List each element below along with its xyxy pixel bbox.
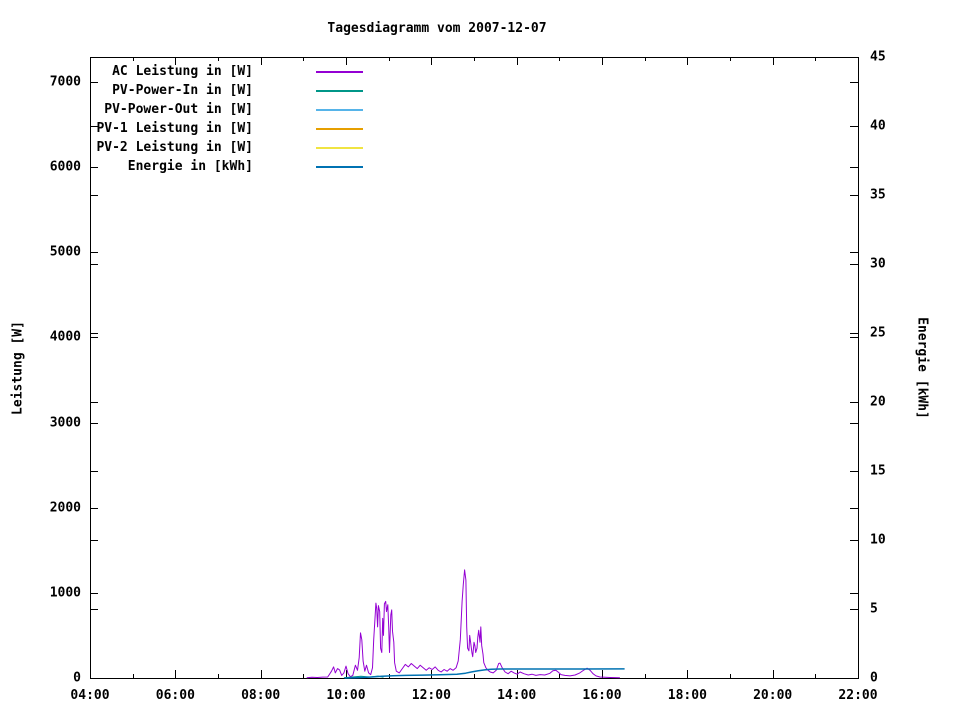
legend-line-sample [316,89,363,92]
y-right-tick-label: 45 [870,49,886,65]
y-right-tick-label: 30 [870,256,886,272]
legend-label: AC Leistung in [W] [112,64,253,79]
y-axis-left-title: Leistung [W] [10,321,26,415]
legend-row: PV-1 Leistung in [W] [38,119,363,138]
y-right-tick-label: 0 [870,670,878,686]
x-tick-label: 14:00 [497,688,537,703]
y-right-tick-label: 40 [870,118,886,134]
y-right-tick-label: 25 [870,325,886,341]
x-tick-label: 22:00 [838,688,878,703]
y-right-tick-label: 10 [870,532,886,548]
legend-line-sample [316,127,363,130]
chart-title: Tagesdiagramm vom 2007-12-07 [327,21,547,36]
y-left-tick-label: 3000 [49,415,81,431]
y-left-tick-label: 5000 [49,244,81,260]
x-tick-label: 10:00 [326,688,366,703]
legend-row: PV-Power-In in [W] [38,81,363,100]
legend-line-sample [316,165,363,168]
x-tick-label: 08:00 [241,688,281,703]
legend-line-sample [316,108,363,111]
y-right-tick-label: 35 [870,187,886,203]
legend-label: Energie in [kWh] [127,159,253,174]
x-tick-label: 18:00 [667,688,707,703]
x-tick-label: 06:00 [155,688,195,703]
legend-label: PV-2 Leistung in [W] [96,140,253,155]
y-left-tick-label: 0 [73,670,81,686]
legend-row: Energie in [kWh] [38,157,363,176]
y-right-tick-label: 20 [870,394,886,410]
y-left-tick-label: 1000 [49,585,81,601]
legend-line-sample [316,70,363,73]
x-tick-label: 16:00 [582,688,622,703]
series-line-6 [344,668,625,679]
x-tick-label: 20:00 [753,688,793,703]
legend-label: PV-Power-In in [W] [112,83,253,98]
y-right-tick-label: 5 [870,601,878,617]
legend-label: PV-1 Leistung in [W] [96,121,253,136]
series-line-1 [306,569,620,679]
x-tick-label: 04:00 [70,688,110,703]
y-axis-right-title: Energie [kWh] [914,317,930,419]
x-tick-label: 12:00 [411,688,451,703]
legend-row: AC Leistung in [W] [38,62,363,81]
legend-line-sample [316,146,363,149]
chart-legend: AC Leistung in [W] PV-Power-In in [W] PV-P… [38,62,363,176]
legend-label: PV-Power-Out in [W] [104,102,253,117]
legend-row: PV-2 Leistung in [W] [38,138,363,157]
y-right-tick-label: 15 [870,463,886,479]
y-left-tick-label: 4000 [49,329,81,345]
y-left-tick-label: 2000 [49,500,81,516]
plot-canvas: Tagesdiagramm vom 2007-12-07 Leistung [W… [0,0,960,720]
legend-row: PV-Power-Out in [W] [38,100,363,119]
